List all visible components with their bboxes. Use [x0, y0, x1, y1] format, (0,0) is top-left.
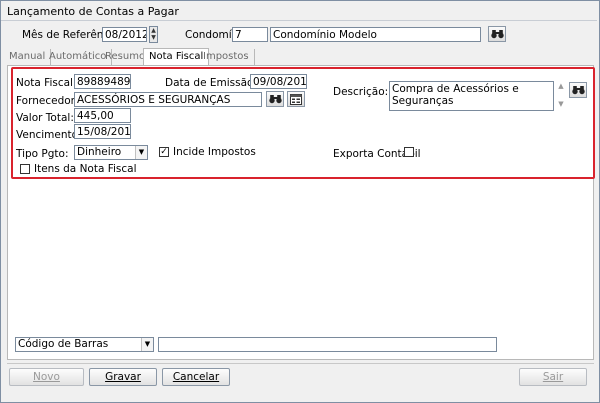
tab-manual[interactable]: Manual	[9, 49, 52, 65]
data-emissao-input[interactable]: 09/08/2012	[250, 74, 307, 89]
descricao-label: Descrição:	[333, 86, 389, 98]
fornecedor-label: Fornecedor:	[16, 95, 79, 107]
search-condominio-button[interactable]	[488, 26, 506, 42]
descricao-scroll-down[interactable]: ▼	[556, 100, 566, 108]
exporta-contabil-checkbox[interactable]	[404, 147, 414, 157]
vencimento-input[interactable]: 15/08/2012	[74, 124, 131, 139]
barcode-type-select[interactable]: Código de Barras ▼	[15, 337, 154, 352]
binoculars-icon	[571, 86, 585, 95]
gravar-label: Gravar	[105, 371, 141, 383]
sair-button[interactable]: Sair	[519, 368, 587, 386]
barcode-input[interactable]	[158, 337, 497, 352]
descricao-scroll-up[interactable]: ▲	[556, 82, 566, 90]
tipo-pagamento-label: Tipo Pgto:	[16, 148, 69, 160]
tab-automatico[interactable]: Automático	[49, 49, 113, 65]
mes-referencia-spinner[interactable]: ▲ ▼	[149, 26, 158, 43]
itens-nota-fiscal-label: Itens da Nota Fiscal	[34, 163, 137, 175]
window-title: Lançamento de Contas a Pagar	[7, 5, 179, 18]
tab-impostos[interactable]: Impostos	[203, 49, 255, 65]
novo-label: Novo	[33, 371, 60, 383]
vencimento-label: Vencimento:	[16, 129, 82, 141]
tipo-pagamento-select[interactable]: Dinheiro ▼	[74, 145, 148, 160]
cadastrar-fornecedor-button[interactable]	[287, 91, 305, 107]
sair-label: Sair	[542, 371, 564, 383]
novo-button[interactable]: Novo	[9, 368, 84, 386]
valor-total-label: Valor Total:	[16, 112, 74, 124]
chevron-down-icon: ▼	[141, 338, 153, 351]
cancelar-label: Cancelar	[172, 371, 220, 383]
condominio-name-input[interactable]: Condomínio Modelo	[270, 27, 481, 42]
fornecedor-input[interactable]: ACESSÓRIOS E SEGURANÇAS	[74, 92, 262, 107]
nota-fiscal-label: Nota Fiscal:	[16, 77, 77, 89]
nota-fiscal-input[interactable]: 89889489	[74, 74, 131, 89]
gravar-button[interactable]: Gravar	[89, 368, 157, 386]
cancelar-button[interactable]: Cancelar	[162, 368, 230, 386]
itens-nota-fiscal-checkbox[interactable]	[20, 164, 30, 174]
binoculars-icon	[268, 95, 282, 104]
binoculars-icon	[490, 30, 504, 39]
tipo-pagamento-value: Dinheiro	[77, 146, 122, 158]
incide-impostos-checkbox[interactable]: ✓	[159, 147, 169, 157]
title-separator	[1, 20, 597, 21]
chevron-down-icon: ▼	[135, 146, 147, 159]
condominio-code-input[interactable]: 7	[232, 27, 268, 42]
incide-impostos-label: Incide Impostos	[173, 146, 256, 158]
descricao-textarea[interactable]: Compra de Acessórios e Seguranças	[389, 81, 554, 111]
barcode-type-value: Código de Barras	[18, 338, 109, 350]
divider	[7, 363, 594, 364]
search-descricao-button[interactable]	[569, 82, 587, 98]
mes-referencia-input[interactable]: 08/2012	[102, 27, 147, 42]
tab-nota-fiscal[interactable]: Nota Fiscal	[143, 48, 210, 66]
valor-total-input[interactable]: 445,00	[74, 108, 131, 123]
search-fornecedor-button[interactable]	[266, 91, 284, 107]
tab-bar: Manual Automático Resumo Nota Fiscal Imp…	[7, 48, 307, 66]
form-icon	[290, 93, 302, 105]
